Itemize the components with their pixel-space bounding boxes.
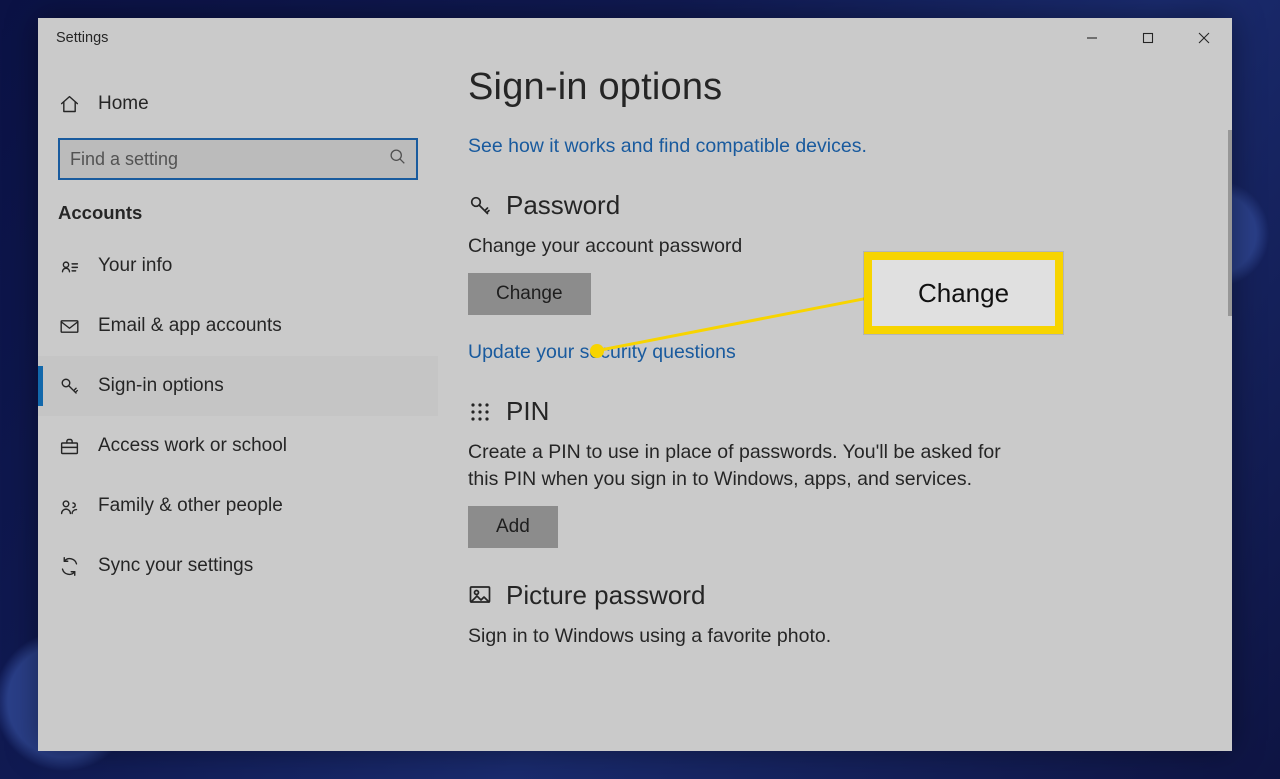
sidebar-item-your-info[interactable]: Your info bbox=[38, 236, 438, 296]
person-card-icon bbox=[58, 255, 80, 277]
close-button[interactable] bbox=[1176, 18, 1232, 58]
sidebar-item-label: Email & app accounts bbox=[98, 315, 282, 337]
pin-desc: Create a PIN to use in place of password… bbox=[468, 439, 1028, 492]
sidebar-item-access-work-school[interactable]: Access work or school bbox=[38, 416, 438, 476]
section-pin: PIN Create a PIN to use in place of pass… bbox=[468, 396, 1202, 548]
content: Sign-in options See how it works and fin… bbox=[438, 58, 1232, 751]
sidebar-category: Accounts bbox=[58, 202, 438, 224]
people-icon bbox=[58, 495, 80, 517]
keypad-icon bbox=[468, 400, 492, 424]
window-body: Home Accounts Your info bbox=[38, 58, 1232, 751]
sync-icon bbox=[58, 555, 80, 577]
home-icon bbox=[58, 93, 80, 115]
briefcase-icon bbox=[58, 435, 80, 457]
section-picture-password: Picture password Sign in to Windows usin… bbox=[468, 580, 1202, 649]
section-header: Password bbox=[468, 190, 1202, 221]
callout-change-button: Change bbox=[864, 252, 1063, 334]
sidebar-item-label: Family & other people bbox=[98, 495, 283, 517]
sidebar-item-sign-in-options[interactable]: Sign-in options bbox=[38, 356, 438, 416]
sidebar-item-label: Your info bbox=[98, 255, 172, 277]
callout-label: Change bbox=[918, 278, 1009, 309]
change-password-button[interactable]: Change bbox=[468, 273, 591, 315]
key-icon bbox=[468, 194, 492, 218]
sidebar-home[interactable]: Home bbox=[58, 82, 438, 126]
mail-icon bbox=[58, 315, 80, 337]
section-title: Password bbox=[506, 190, 620, 221]
section-password: Password Change your account password Ch… bbox=[468, 190, 1202, 364]
titlebar: Settings bbox=[38, 18, 1232, 58]
top-link[interactable]: See how it works and find compatible dev… bbox=[468, 135, 867, 158]
settings-window: Settings Home bbox=[38, 18, 1232, 751]
sidebar-item-label: Access work or school bbox=[98, 435, 287, 457]
sidebar-item-label: Sync your settings bbox=[98, 555, 253, 577]
sidebar-item-email-app-accounts[interactable]: Email & app accounts bbox=[38, 296, 438, 356]
window-controls bbox=[1064, 18, 1232, 58]
key-icon bbox=[58, 375, 80, 397]
search-wrap bbox=[58, 138, 418, 180]
search-input[interactable] bbox=[58, 138, 418, 180]
maximize-button[interactable] bbox=[1120, 18, 1176, 58]
sidebar-item-sync-settings[interactable]: Sync your settings bbox=[38, 536, 438, 596]
sidebar-item-label: Sign-in options bbox=[98, 375, 224, 397]
sidebar: Home Accounts Your info bbox=[38, 58, 438, 751]
section-title: PIN bbox=[506, 396, 549, 427]
app-title: Settings bbox=[56, 30, 108, 46]
minimize-button[interactable] bbox=[1064, 18, 1120, 58]
callout-dot bbox=[590, 344, 604, 358]
sidebar-home-label: Home bbox=[98, 93, 149, 115]
page-title: Sign-in options bbox=[468, 66, 1202, 109]
picture-icon bbox=[468, 583, 492, 607]
section-title: Picture password bbox=[506, 580, 705, 611]
sidebar-list: Your info Email & app accounts Sign-in o… bbox=[38, 236, 438, 596]
sidebar-item-family-other-people[interactable]: Family & other people bbox=[38, 476, 438, 536]
section-header: Picture password bbox=[468, 580, 1202, 611]
picture-password-desc: Sign in to Windows using a favorite phot… bbox=[468, 623, 1028, 649]
search-icon bbox=[389, 148, 406, 170]
scrollbar-vertical[interactable] bbox=[1228, 130, 1232, 316]
section-header: PIN bbox=[468, 396, 1202, 427]
add-pin-button[interactable]: Add bbox=[468, 506, 558, 548]
